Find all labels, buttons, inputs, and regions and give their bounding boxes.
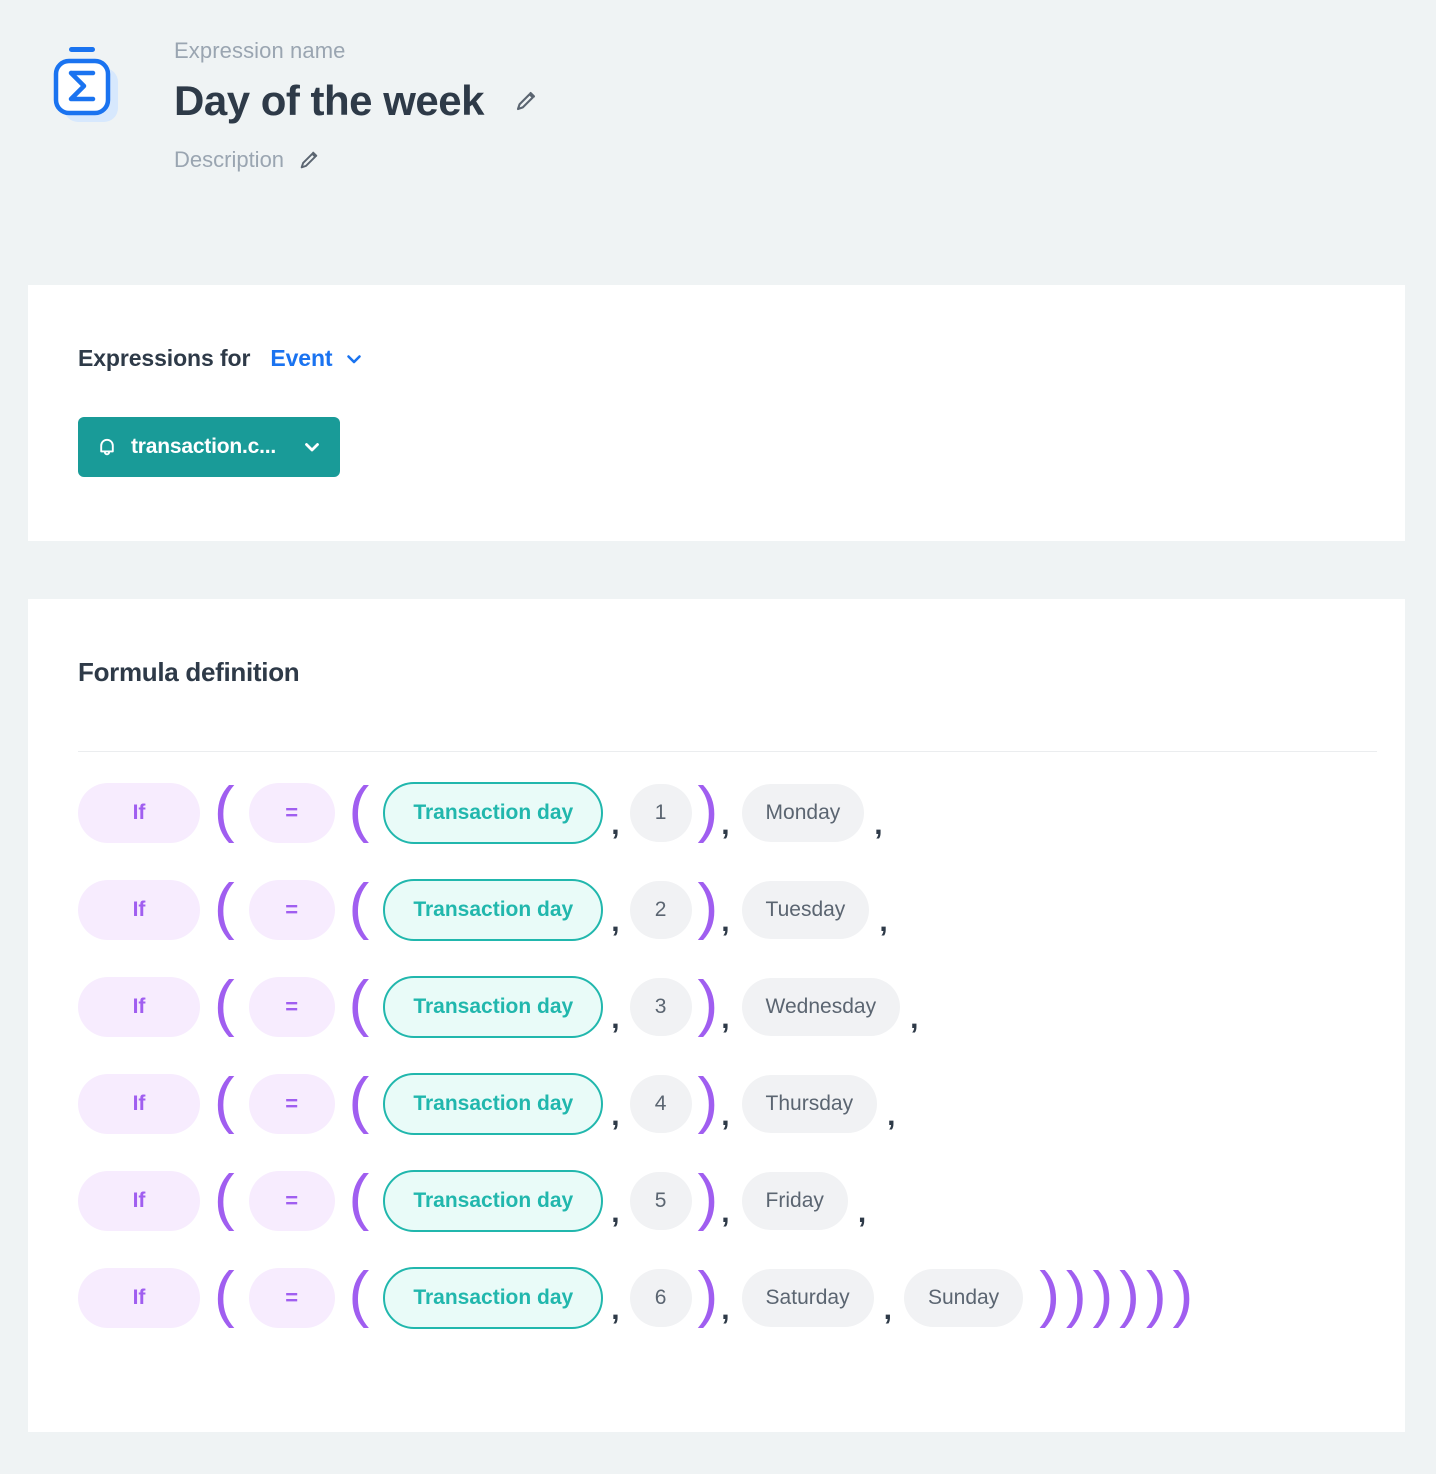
pencil-icon[interactable] (514, 89, 538, 113)
chevron-down-icon (344, 349, 364, 369)
token-if[interactable]: If (78, 879, 200, 940)
expressions-for-row: Expressions for Event (28, 285, 1405, 372)
token-value[interactable]: 3 (629, 977, 692, 1036)
token-field[interactable]: Transaction day (383, 781, 604, 844)
token-value[interactable]: 5 (629, 1171, 692, 1230)
pencil-icon[interactable] (298, 149, 320, 171)
event-source-chip[interactable]: transaction.c... (78, 417, 341, 477)
scope-select-event[interactable]: Event (270, 345, 364, 372)
page-header: Expression name Day of the week Descript… (0, 0, 1436, 240)
title-row: Day of the week (174, 78, 538, 124)
description-label: Description (174, 146, 285, 172)
token-field[interactable]: Transaction day (383, 975, 604, 1038)
token-result[interactable]: Friday (741, 1171, 848, 1230)
token-if[interactable]: If (78, 1073, 200, 1134)
token-equals[interactable]: = (248, 976, 335, 1037)
token-equals[interactable]: = (248, 1073, 335, 1134)
token-value[interactable]: 4 (629, 1074, 692, 1133)
page-title: Day of the week (174, 77, 484, 125)
token-equals[interactable]: = (248, 879, 335, 940)
token-if[interactable]: If (78, 1267, 200, 1328)
token-result[interactable]: Thursday (741, 1074, 878, 1133)
description-row: Description (174, 147, 538, 173)
token-if[interactable]: If (78, 782, 200, 843)
token-if[interactable]: If (78, 976, 200, 1037)
token-value[interactable]: 1 (629, 783, 692, 842)
formula-row: If(=(Transaction day, 6), Saturday, Sunday)… (78, 1249, 1405, 1346)
formula-definition-card: Formula definition If(=(Transaction day,… (28, 599, 1405, 1432)
token-result[interactable]: Tuesday (741, 880, 870, 939)
expression-name-label: Expression name (174, 38, 346, 63)
expressions-for-label: Expressions for (78, 345, 251, 371)
token-equals[interactable]: = (248, 1170, 335, 1231)
formula-row: If(=(Transaction day, 1), Monday, (78, 764, 1405, 861)
event-source-chip-label: transaction.c... (131, 435, 277, 458)
formula-row: If(=(Transaction day, 4), Thursday, (78, 1055, 1405, 1152)
header-text-block: Expression name Day of the week Descript… (174, 36, 538, 173)
token-if[interactable]: If (78, 1170, 200, 1231)
token-result[interactable]: Saturday (741, 1268, 874, 1327)
bell-icon (95, 435, 119, 459)
token-field[interactable]: Transaction day (383, 1169, 604, 1232)
formula-row: If(=(Transaction day, 3), Wednesday, (78, 958, 1405, 1055)
scope-select-value: Event (270, 345, 333, 371)
chevron-down-icon (302, 437, 322, 457)
formula-row: If(=(Transaction day, 2), Tuesday, (78, 861, 1405, 958)
formula-rows: If(=(Transaction day, 1), Monday, If(=(Tran… (28, 752, 1405, 1346)
token-value[interactable]: 6 (629, 1268, 692, 1327)
token-equals[interactable]: = (248, 1267, 335, 1328)
formula-definition-title: Formula definition (78, 657, 300, 687)
formula-row: If(=(Transaction day, 5), Friday, (78, 1152, 1405, 1249)
token-equals[interactable]: = (248, 782, 335, 843)
token-field[interactable]: Transaction day (383, 1266, 604, 1329)
expressions-card: Expressions for Event transaction.c... (28, 285, 1405, 541)
token-field[interactable]: Transaction day (383, 1072, 604, 1135)
token-value[interactable]: 2 (629, 880, 692, 939)
token-field[interactable]: Transaction day (383, 878, 604, 941)
token-else-result[interactable]: Sunday (903, 1268, 1024, 1327)
token-result[interactable]: Wednesday (741, 977, 901, 1036)
sigma-expression-icon (44, 42, 130, 128)
token-result[interactable]: Monday (741, 783, 865, 842)
